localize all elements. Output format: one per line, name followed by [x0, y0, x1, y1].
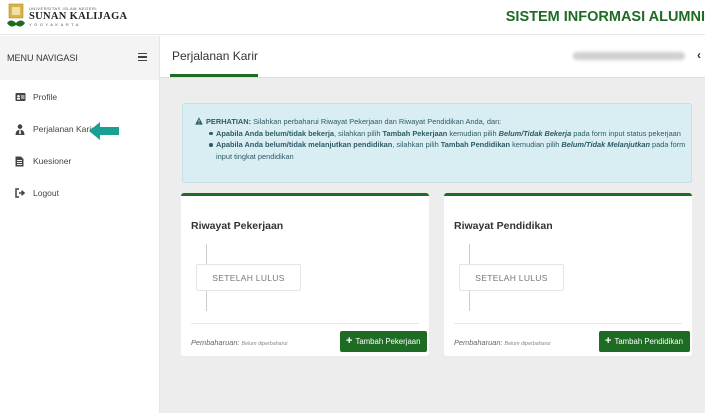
update-status: Pembaharuan: Belum diperbaharui — [191, 338, 287, 347]
sidebar-item-label: Perjalanan Karir — [33, 124, 94, 134]
document-icon — [15, 156, 25, 167]
timeline-line — [206, 291, 207, 311]
alert-bullet-education: Apabila Anda belum/tidak melanjutkan pen… — [208, 139, 691, 162]
logo-emblem-icon — [6, 3, 26, 31]
page-title[interactable]: Perjalanan Karir — [172, 49, 258, 63]
sign-out-icon — [15, 188, 26, 198]
alert-b2-f: pada form — [650, 140, 686, 149]
timeline-node: SETELAH LULUS — [196, 264, 301, 291]
timeline-line — [206, 244, 207, 264]
sidebar-item-logout[interactable]: Logout — [15, 188, 59, 198]
logo-city: YOGYAKARTA — [29, 22, 81, 28]
alert-b1-e: Belum/Tidak Bekerja — [498, 128, 572, 138]
alert-b1-f: pada form input status pekerjaan — [571, 128, 681, 138]
plus-icon: + — [605, 335, 612, 347]
logo-name: SUNAN KALIJAGA — [29, 10, 128, 22]
page-tabbar: Perjalanan Karir ‹ — [160, 36, 705, 78]
sidebar-item-perjalanan-karir[interactable]: Perjalanan Karir — [15, 124, 94, 135]
sidebar-item-label: Profile — [33, 92, 58, 102]
timeline-node: SETELAH LULUS — [459, 264, 564, 291]
sidebar-item-profile[interactable]: Profile — [15, 92, 57, 102]
alert-b2-g: input tingkat pendidikan — [216, 151, 294, 161]
sidebar-item-label: Logout — [33, 188, 59, 198]
update-label: Pembaharuan: — [454, 338, 503, 347]
main-content: Perjalanan Karir ‹ PERHATIAN: Silahkan p… — [160, 36, 705, 413]
plus-icon: + — [346, 335, 353, 347]
update-status: Pembaharuan: Belum diperbaharui — [454, 338, 550, 347]
card-divider — [191, 323, 419, 324]
add-work-button-label: Tambah Pekerjaan — [355, 337, 421, 346]
alert-b1-d: kemudian pilih — [447, 128, 499, 138]
alert-b1-c: Tambah Pekerjaan — [382, 128, 448, 138]
alert-b2-e: Belum/Tidak Melanjutkan — [561, 140, 650, 149]
sidebar-item-kuesioner[interactable]: Kuesioner — [15, 156, 72, 167]
alert-strong: PERHATIAN: — [206, 117, 252, 126]
add-education-button-label: Tambah Pendidikan — [614, 337, 683, 346]
card-title: Riwayat Pendidikan — [454, 220, 553, 232]
sidebar-heading-label: MENU NAVIGASI — [7, 53, 78, 63]
update-value: Belum diperbaharui — [241, 341, 288, 347]
alert-b2-a: Apabila Anda belum/tidak melanjutkan pen… — [216, 140, 393, 149]
user-tie-icon — [15, 124, 25, 135]
work-history-card: Riwayat Pekerjaan SETELAH LULUS Pembahar… — [181, 193, 429, 356]
timeline-line — [469, 244, 470, 264]
update-label: Pembaharuan: — [191, 338, 240, 347]
card-title: Riwayat Pekerjaan — [191, 220, 284, 232]
attention-alert: PERHATIAN: Silahkan perbaharui Riwayat P… — [182, 103, 692, 183]
card-divider — [454, 323, 682, 324]
alert-bullet-work: Apabila Anda belum/tidak bekerja, silahk… — [208, 128, 691, 140]
alert-b2-b: , silahkan pilih — [392, 140, 441, 149]
update-value: Belum diperbaharui — [504, 341, 551, 347]
chevron-left-icon[interactable]: ‹ — [697, 48, 701, 62]
university-logo[interactable]: UNIVERSITAS ISLAM NEGERI SUNAN KALIJAGA … — [6, 3, 127, 31]
sidebar: MENU NAVIGASI Profile Perjalanan Karir K… — [0, 36, 160, 413]
user-name-redacted[interactable] — [573, 52, 685, 60]
timeline-line — [469, 291, 470, 311]
alert-b2-d: kemudian pilih — [510, 140, 562, 149]
top-header: UNIVERSITAS ISLAM NEGERI SUNAN KALIJAGA … — [0, 0, 705, 35]
sidebar-heading: MENU NAVIGASI — [0, 36, 159, 80]
warning-icon — [195, 117, 203, 125]
add-education-button[interactable]: + Tambah Pendidikan — [599, 331, 690, 352]
add-work-button[interactable]: + Tambah Pekerjaan — [340, 331, 428, 352]
id-card-icon — [15, 92, 26, 102]
active-tab-indicator — [170, 74, 258, 77]
education-history-card: Riwayat Pendidikan SETELAH LULUS Pembaha… — [444, 193, 692, 356]
alert-b1-b: , silahkan pilih — [334, 128, 383, 138]
sidebar-item-label: Kuesioner — [33, 156, 72, 166]
pointer-arrow-icon — [89, 122, 119, 140]
app-title: SISTEM INFORMASI ALUMNI — [505, 9, 705, 25]
hamburger-menu-icon[interactable] — [138, 52, 147, 62]
alert-b2-c: Tambah Pendidikan — [440, 140, 511, 149]
alert-b1-a: Apabila Anda belum/tidak bekerja — [216, 128, 335, 138]
alert-text: Silahkan perbaharui Riwayat Pekerjaan da… — [251, 117, 502, 126]
